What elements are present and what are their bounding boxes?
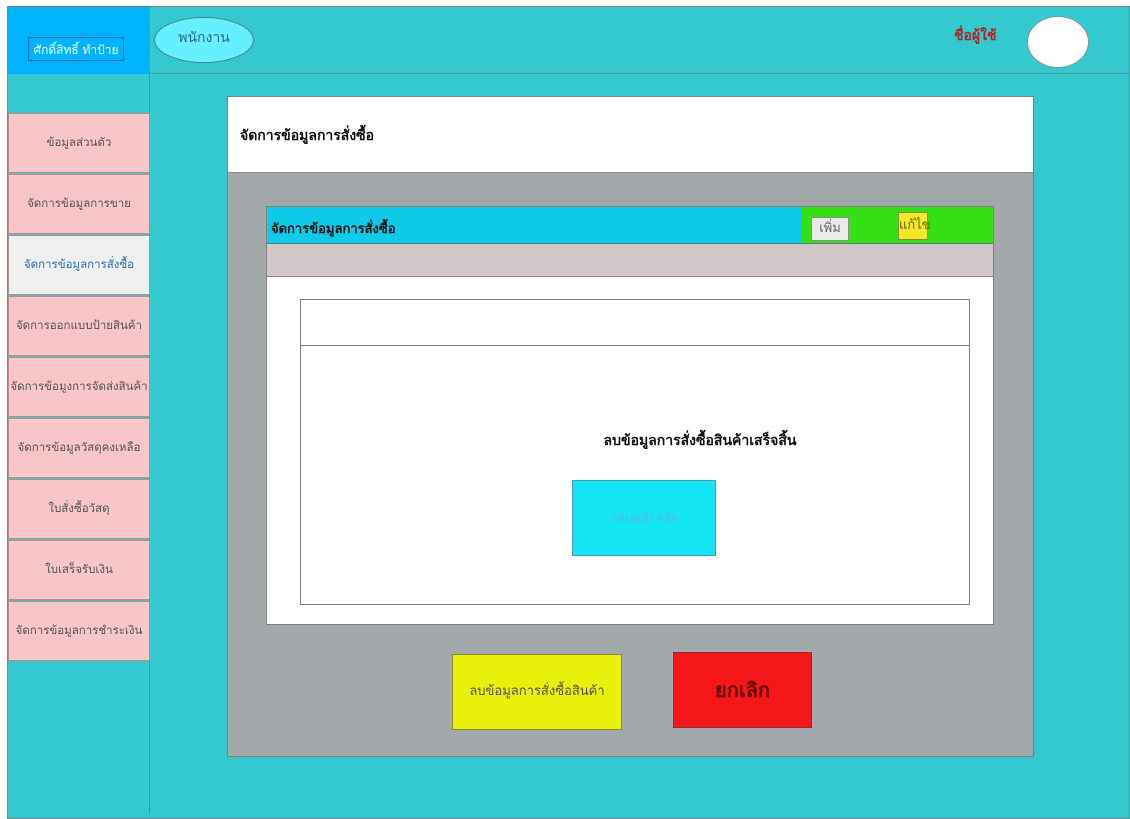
sidebar-item-profile[interactable]: ข้อมูลส่วนตัว xyxy=(8,113,150,173)
dialog-message: ลบข้อมูลการสั่งซื้อสินค้าเสร็จสิ้น xyxy=(603,433,797,449)
page-title: จัดการข้อมูลการสั่งซื้อ xyxy=(240,128,375,144)
sidebar-item-orders[interactable]: จัดการข้อมูลการสั่งซื้อ xyxy=(8,235,150,295)
delete-order-button[interactable]: ลบข้อมูลการสั่งซื้อสินค้า xyxy=(452,654,622,730)
sidebar-item-sales[interactable]: จัดการข้อมูลการขาย xyxy=(8,174,150,234)
app-window: ศักดิ์สิทธิ์ ทำป้าย พนักงาน ชื่อผู้ใช้ ข… xyxy=(7,6,1130,819)
role-badge[interactable]: พนักงาน xyxy=(154,17,254,63)
sidebar-item-sign-design[interactable]: จัดการออกแบบป้ายสินค้า xyxy=(8,296,150,356)
cancel-button[interactable]: ยกเลิก xyxy=(673,652,812,728)
sidebar-item-payment[interactable]: จัดการข้อมูลการชำระเงิน xyxy=(8,601,150,661)
table-header-strip xyxy=(267,244,993,277)
brand-area: ศักดิ์สิทธิ์ ทำป้าย xyxy=(8,7,150,74)
edit-button[interactable]: แก้ไข xyxy=(898,212,931,240)
sidebar-item-delivery[interactable]: จัดการข้อมูงการจัดส่งสินค้า xyxy=(8,357,150,417)
sidebar-item-purchase-order[interactable]: ใบสั่งซื้อวัสดุ xyxy=(8,479,150,539)
orders-section: จัดการข้อมูลการสั่งซื้อ เพิ่ม แก้ไข ลบข้… xyxy=(266,206,994,625)
main-panel: จัดการข้อมูลการสั่งซื้อ จัดการข้อมูลการส… xyxy=(227,96,1034,757)
success-dialog: ลบข้อมูลการสั่งซื้อสินค้าเสร็จสิ้น กลับห… xyxy=(300,299,970,605)
section-actions: เพิ่ม แก้ไข xyxy=(801,207,993,244)
panel-header: จัดการข้อมูลการสั่งซื้อ xyxy=(228,97,1033,173)
sidebar-item-receipt[interactable]: ใบเสร็จรับเงิน xyxy=(8,540,150,600)
section-header: จัดการข้อมูลการสั่งซื้อ xyxy=(267,207,801,244)
section-title: จัดการข้อมูลการสั่งซื้อ xyxy=(271,222,396,237)
username-label: ชื่อผู้ใช้ xyxy=(954,28,997,44)
add-button[interactable]: เพิ่ม xyxy=(811,217,849,241)
back-home-button[interactable]: กลับหน้าหลัก xyxy=(572,480,716,556)
brand-logo[interactable]: ศักดิ์สิทธิ์ ทำป้าย xyxy=(28,37,124,61)
sidebar: ข้อมูลส่วนตัว จัดการข้อมูลการขาย จัดการข… xyxy=(8,113,150,662)
avatar[interactable] xyxy=(1027,16,1089,68)
top-bar: ศักดิ์สิทธิ์ ทำป้าย พนักงาน ชื่อผู้ใช้ xyxy=(8,7,1129,74)
dialog-header xyxy=(301,300,969,346)
sidebar-item-inventory[interactable]: จัดการข้อมูลวัสดุคงเหลือ xyxy=(8,418,150,478)
